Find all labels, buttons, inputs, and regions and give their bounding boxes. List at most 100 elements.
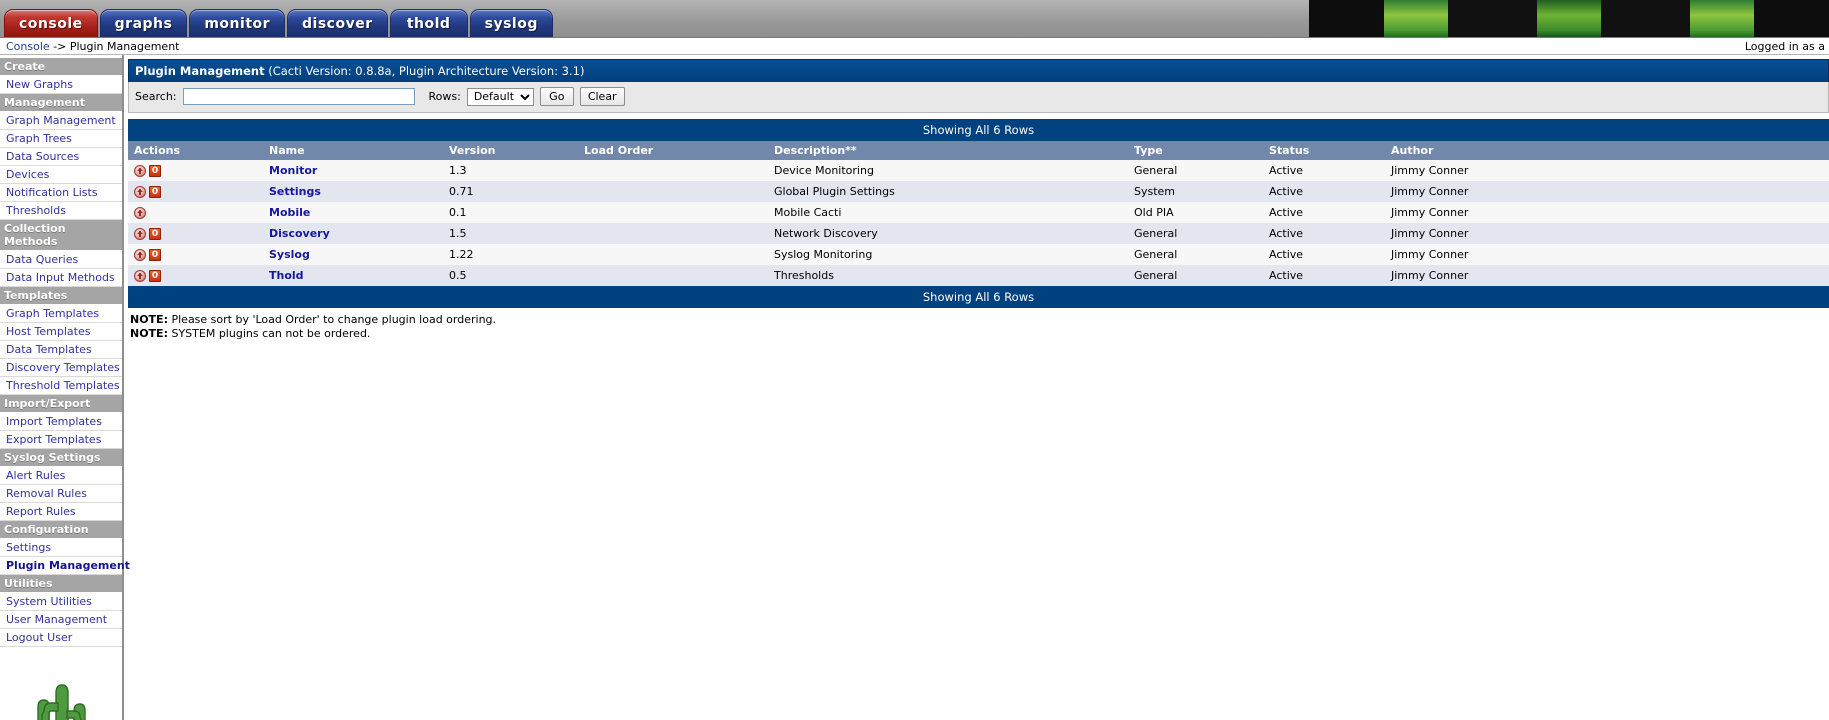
go-button[interactable]: Go — [539, 87, 574, 106]
actions-cell: 0 — [128, 265, 263, 286]
disable-icon[interactable]: 0 — [149, 164, 161, 177]
sidebar-item-alert-rules[interactable]: Alert Rules — [0, 467, 122, 485]
breadcrumb: Console -> Plugin Management Logged in a… — [0, 38, 1829, 55]
plugin-author-cell: Jimmy Conner — [1385, 181, 1829, 202]
sidebar-item-report-rules[interactable]: Report Rules — [0, 503, 122, 521]
plugin-name-link-cell: Mobile — [263, 202, 443, 223]
tab-monitor[interactable]: monitor — [189, 9, 286, 37]
sidebar-item-discovery-templates[interactable]: Discovery Templates — [0, 359, 122, 377]
clear-button[interactable]: Clear — [579, 87, 625, 106]
plugin-name-link[interactable]: Syslog — [269, 248, 310, 261]
uninstall-icon[interactable] — [134, 269, 146, 282]
uninstall-icon[interactable] — [134, 248, 146, 261]
plugin-name-link[interactable]: Settings — [269, 185, 321, 198]
actions-cell — [128, 202, 263, 223]
sidebar-item-import-templates[interactable]: Import Templates — [0, 413, 122, 431]
sidebar-header-create: Create — [0, 58, 122, 76]
sidebar-item-data-queries[interactable]: Data Queries — [0, 251, 122, 269]
sidebar-item-data-templates[interactable]: Data Templates — [0, 341, 122, 359]
table-row: 0 Settings 0.71 Global Plugin Settings Syste… — [128, 181, 1829, 202]
actions-cell: 0 — [128, 160, 263, 181]
plugin-version-cell: 0.71 — [443, 181, 578, 202]
actions-cell: 0 — [128, 223, 263, 244]
sidebar-item-devices[interactable]: Devices — [0, 166, 122, 184]
sidebar-item-plugin-management[interactable]: Plugin Management — [0, 557, 130, 575]
plugin-load-order-cell — [578, 265, 768, 286]
uninstall-icon[interactable] — [134, 206, 146, 219]
plugin-name-link-cell: Thold — [263, 265, 443, 286]
logged-in-status: Logged in as a — [1744, 40, 1825, 53]
plugin-status-cell: Active — [1263, 160, 1385, 181]
breadcrumb-console-link[interactable]: Console — [6, 40, 50, 53]
sidebar-header-import-export: Import/Export — [0, 395, 122, 413]
sidebar-header-management: Management — [0, 94, 122, 112]
sidebar-item-graph-templates[interactable]: Graph Templates — [0, 305, 122, 323]
column-header-name[interactable]: Name — [263, 141, 443, 160]
plugin-author-cell: Jimmy Conner — [1385, 265, 1829, 286]
sidebar-item-logout-user[interactable]: Logout User — [0, 629, 122, 647]
sidebar-item-graph-management[interactable]: Graph Management — [0, 112, 122, 130]
tab-thold[interactable]: thold — [389, 9, 468, 37]
plugin-description-cell: Syslog Monitoring — [768, 244, 1128, 265]
search-input[interactable] — [182, 88, 415, 105]
plugin-name-link-cell: Monitor — [263, 160, 443, 181]
plugin-load-order-cell — [578, 244, 768, 265]
column-header-version[interactable]: Version — [443, 141, 578, 160]
plugin-status-cell: Active — [1263, 265, 1385, 286]
sidebar-item-notification-lists[interactable]: Notification Lists — [0, 184, 122, 202]
sidebar-item-host-templates[interactable]: Host Templates — [0, 323, 122, 341]
column-header-description[interactable]: Description** — [768, 141, 1128, 160]
uninstall-icon[interactable] — [134, 185, 146, 198]
breadcrumb-separator: -> — [49, 40, 70, 53]
sidebar-item-removal-rules[interactable]: Removal Rules — [0, 485, 122, 503]
panel-title-versions: (Cacti Version: 0.8.8a, Plugin Architect… — [264, 64, 585, 78]
plugin-description-cell: Network Discovery — [768, 223, 1128, 244]
plugins-table: Showing All 6 Rows Actions Name Version Load… — [128, 119, 1829, 308]
sidebar-item-graph-trees[interactable]: Graph Trees — [0, 130, 122, 148]
plugin-name-link[interactable]: Mobile — [269, 206, 310, 219]
sidebar-item-user-management[interactable]: User Management — [0, 611, 122, 629]
sidebar-item-export-templates[interactable]: Export Templates — [0, 431, 122, 449]
sidebar-item-system-utilities[interactable]: System Utilities — [0, 593, 122, 611]
tab-syslog[interactable]: syslog — [469, 9, 553, 37]
actions-cell: 0 — [128, 181, 263, 202]
plugin-description-cell: Device Monitoring — [768, 160, 1128, 181]
uninstall-icon[interactable] — [134, 227, 146, 240]
showing-rows-bottom: Showing All 6 Rows — [128, 286, 1829, 308]
tab-console[interactable]: console — [4, 9, 98, 37]
sidebar-item-thresholds[interactable]: Thresholds — [0, 202, 122, 220]
plugin-author-cell: Jimmy Conner — [1385, 160, 1829, 181]
sidebar-header-configuration: Configuration — [0, 521, 122, 539]
column-header-actions[interactable]: Actions — [128, 141, 263, 160]
tab-discover[interactable]: discover — [287, 9, 388, 37]
plugin-type-cell: System — [1128, 181, 1263, 202]
disable-icon[interactable]: 0 — [149, 227, 161, 240]
disable-icon[interactable]: 0 — [149, 248, 161, 261]
disable-icon[interactable]: 0 — [149, 185, 161, 198]
filter-bar: Search: Rows: Default2550100250500 Go Cl… — [128, 82, 1829, 113]
column-header-type[interactable]: Type — [1128, 141, 1263, 160]
sidebar-header-templates: Templates — [0, 287, 122, 305]
column-header-status[interactable]: Status — [1263, 141, 1385, 160]
column-header-author[interactable]: Author — [1385, 141, 1829, 160]
sidebar-item-settings[interactable]: Settings — [0, 539, 122, 557]
plugin-version-cell: 0.5 — [443, 265, 578, 286]
plugin-load-order-cell — [578, 223, 768, 244]
note-prefix: NOTE: — [130, 327, 168, 340]
plugin-author-cell: Jimmy Conner — [1385, 223, 1829, 244]
uninstall-icon[interactable] — [134, 164, 146, 177]
sidebar-item-new-graphs[interactable]: New Graphs — [0, 76, 122, 94]
disable-icon[interactable]: 0 — [149, 269, 161, 282]
plugin-name-link[interactable]: Discovery — [269, 227, 330, 240]
sidebar-item-data-sources[interactable]: Data Sources — [0, 148, 122, 166]
rows-select[interactable]: Default2550100250500 — [466, 87, 534, 106]
tab-graphs[interactable]: graphs — [99, 9, 188, 37]
plugin-author-cell: Jimmy Conner — [1385, 202, 1829, 223]
column-header-load-order[interactable]: Load Order — [578, 141, 768, 160]
plugin-description-cell: Thresholds — [768, 265, 1128, 286]
plugin-name-link[interactable]: Thold — [269, 269, 304, 282]
plugin-name-link[interactable]: Monitor — [269, 164, 317, 177]
plugin-name-link-cell: Discovery — [263, 223, 443, 244]
sidebar-item-data-input-methods[interactable]: Data Input Methods — [0, 269, 122, 287]
sidebar-item-threshold-templates[interactable]: Threshold Templates — [0, 377, 122, 395]
